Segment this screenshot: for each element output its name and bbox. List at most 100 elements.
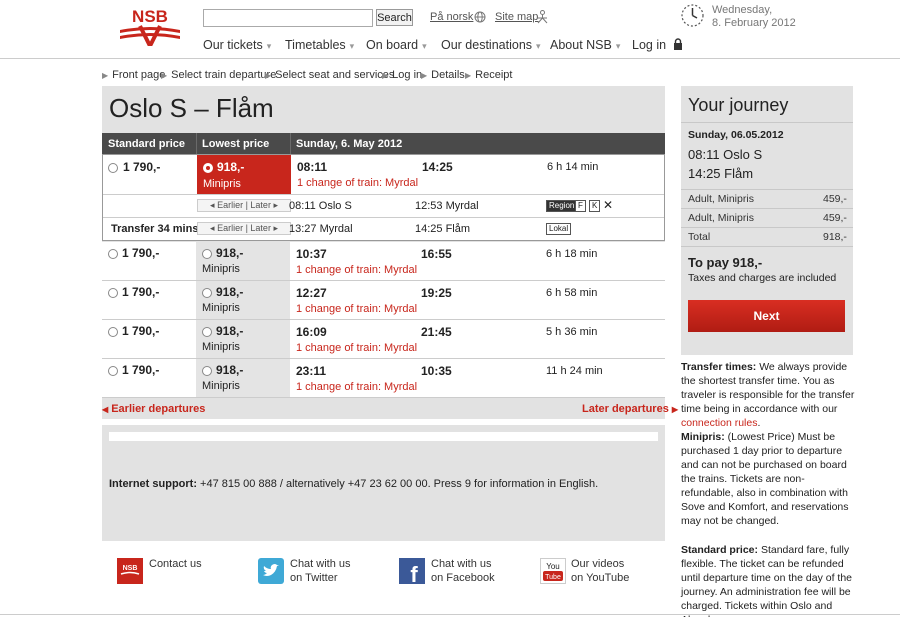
earlier-button[interactable]: Earlier [217,223,243,233]
col-lowest-price: Lowest price [202,138,270,150]
departure-row[interactable]: 1 790,- 918,- Minipris 12:27 1 change of … [102,281,665,320]
departure-row[interactable]: 1 790,- 918,- Minipris 23:11 1 change of … [102,359,665,398]
footer-divider [0,614,900,615]
arrow-right-icon: ▸ [273,223,278,233]
arrow-right-icon: ▶ [671,405,679,414]
leg2-departure: 13:27 Myrdal [289,223,353,235]
change-info: 1 change of train: Myrdal [297,177,419,189]
next-button[interactable]: Next [688,300,845,332]
lowest-price: 918,- [216,363,244,377]
earlier-later-control[interactable]: ◂ Earlier | Later ▸ [197,222,291,235]
search-input[interactable] [203,9,373,27]
selected-departure[interactable]: 1 790,- 918,- Minipris 08:11 1 change of… [102,154,665,241]
crumb-select-departure[interactable]: ▶ Select train departure [161,69,276,81]
youtube-icon[interactable]: You Tube [540,558,566,584]
duration: 6 h 18 min [546,248,598,260]
earlier-button[interactable]: Earlier [217,200,243,210]
crumb-front-page[interactable]: ▶ Front page [102,69,165,81]
earlier-departures-link[interactable]: ◀ Earlier departures [102,403,205,415]
duration: 5 h 36 min [546,326,598,338]
restaurant-icon: ✕ [603,198,614,212]
standard-price: 1 790,- [122,363,160,377]
standard-price-radio[interactable] [108,249,118,259]
lock-icon [673,38,683,53]
tariff-label: Minipris [202,380,240,392]
journey-departure: 08:11 Oslo S [688,147,763,162]
date-day: Wednesday, [712,4,773,16]
facebook-icon[interactable]: f [399,558,425,587]
price-line-label: Adult, Minipris [688,212,754,224]
lowest-price-radio[interactable] [202,327,212,337]
lowest-price-radio-checked[interactable] [203,163,213,173]
nav-our-tickets[interactable]: Our tickets ▾ [203,38,271,52]
nav-about-nsb[interactable]: About NSB ▾ [550,38,620,52]
chevron-down-icon: ▾ [422,41,427,51]
search-button[interactable]: Search [376,9,413,26]
lowest-price: 918,- [216,285,244,299]
clock-icon [680,3,705,28]
norsk-link[interactable]: På norsk [430,11,473,23]
standard-price-cell[interactable]: 1 790,- [103,155,197,194]
change-info: 1 change of train: Myrdal [296,303,418,315]
svg-text:Tube: Tube [545,574,561,581]
twitter-link[interactable]: Chat with us on Twitter [290,557,351,585]
lowest-price-radio[interactable] [202,288,212,298]
sitemap-icon [536,10,549,27]
contact-icon[interactable]: NSB [117,558,143,584]
nav-our-destinations[interactable]: Our destinations ▾ [441,38,541,52]
service-tag-k: K [589,200,601,212]
journey-title: Your journey [688,95,789,115]
facebook-link[interactable]: Chat with us on Facebook [431,557,495,585]
transfer-info: Transfer times: We always provide the sh… [681,361,855,429]
standard-price-radio[interactable] [108,163,118,173]
youtube-link[interactable]: Our videos on YouTube [571,557,629,585]
tariff-label: Minipris [203,178,241,190]
table-header: Standard price Lowest price Sunday, 6. M… [102,133,665,154]
logo-text: NSB [132,7,168,26]
later-departures-link[interactable]: Later departures ▶ [582,403,678,415]
standard-price: 1 790,- [122,324,160,338]
departure-row[interactable]: 1 790,- 918,- Minipris 10:37 1 change of … [102,242,665,281]
standard-price-radio[interactable] [108,288,118,298]
svg-text:f: f [410,562,418,584]
chevron-down-icon: ▾ [349,41,355,51]
train-type-tag: Lokal [546,223,572,235]
leg-row-2: Transfer 34 mins. ◂ Earlier | Later ▸ 13… [103,217,664,240]
twitter-icon[interactable] [258,558,284,584]
lowest-price-radio[interactable] [202,249,212,259]
duration: 6 h 58 min [546,287,598,299]
journey-arrival: 14:25 Flåm [688,166,754,181]
departure-row[interactable]: 1 790,- 918,- Minipris 16:09 1 change of … [102,320,665,359]
connection-rules-link[interactable]: connection rules [681,417,757,429]
nav-log-in[interactable]: Log in [632,38,683,53]
svg-text:You: You [546,562,560,571]
route-title: Oslo S – Flåm [109,93,274,123]
standard-price-radio[interactable] [108,366,118,376]
earlier-later-control[interactable]: ◂ Earlier | Later ▸ [197,199,291,212]
standard-price-radio[interactable] [108,327,118,337]
lowest-price-cell-selected[interactable]: 918,- Minipris [197,155,291,194]
sitemap-link[interactable]: Site map [495,11,538,23]
to-pay-amount: To pay 918,- [688,255,763,270]
crumb-select-seat: ▶ Select seat and services [265,69,395,81]
transfer-time: Transfer 34 mins. [111,223,202,235]
leg1-departure: 08:11 Oslo S [289,200,352,212]
crumb-receipt: ▶ Receipt [465,69,513,81]
leg1-arrival: 12:53 Myrdal [415,200,479,212]
contact-us-link[interactable]: Contact us [149,557,202,571]
pay-note: Taxes and charges are included [688,272,837,284]
nav-timetables[interactable]: Timetables ▾ [285,38,354,52]
arrow-right-icon: ▸ [273,200,278,210]
lowest-price-radio[interactable] [202,366,212,376]
nav-on-board[interactable]: On board ▾ [366,38,427,52]
later-button[interactable]: Later [250,200,271,210]
arrow-left-icon: ◀ [102,405,109,414]
departure-time: 23:11 [296,364,327,378]
chevron-down-icon: ▾ [536,41,541,51]
price-line-value: 459,- [823,212,847,224]
departure-time: 16:09 [296,325,327,339]
nsb-logo[interactable]: NSB [118,6,182,51]
col-date: Sunday, 6. May 2012 [296,138,403,150]
journey-date: Sunday, 06.05.2012 [688,129,784,141]
later-button[interactable]: Later [250,223,271,233]
